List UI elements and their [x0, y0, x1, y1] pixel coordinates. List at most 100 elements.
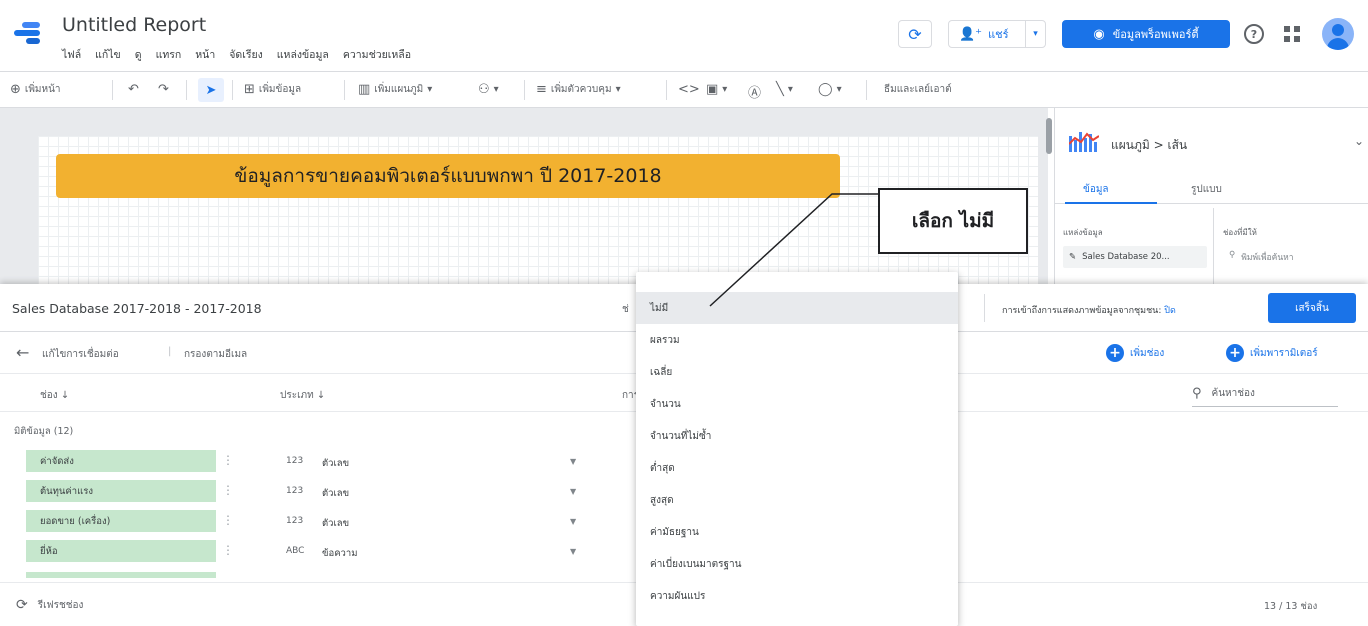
add-page-button[interactable]: ⊕ เพิ่มหน้า	[10, 82, 61, 97]
option-max[interactable]: สูงสุด	[636, 484, 958, 516]
menu-resource[interactable]: แหล่งข้อมูล	[277, 46, 329, 63]
chevron-down-icon: ▾	[427, 84, 433, 95]
field-name-chip[interactable]: ยอดขาย (เครื่อง)	[26, 510, 216, 532]
field-name-chip[interactable]: ยี่ห้อ	[26, 540, 216, 562]
share-button[interactable]: 👤⁺ แชร์ ▾	[948, 20, 1046, 48]
avatar[interactable]	[1322, 18, 1354, 50]
tab-style[interactable]: รูปแบบ	[1191, 182, 1222, 197]
option-count[interactable]: จำนวน	[636, 388, 958, 420]
search-fields-input[interactable]: ⚲ ค้นหาช่อง	[1192, 386, 1255, 401]
theme-layout-button[interactable]: ธีมและเลย์เอาต์	[884, 82, 952, 97]
image-icon: ▣	[706, 82, 719, 97]
add-data-button[interactable]: ⊞ เพิ่มข้อมูล	[244, 82, 301, 97]
option-none[interactable]: ไม่มี	[636, 292, 958, 324]
filter-by-email-link[interactable]: กรองตามอีเมล	[184, 347, 247, 362]
report-title[interactable]: Untitled Report	[62, 14, 206, 36]
community-viz-button[interactable]: ⚇ ▾	[478, 82, 499, 97]
chevron-down-icon[interactable]: ▾	[1025, 21, 1045, 47]
table-row: ค่าจัดส่ง ⋮ 123 ตัวเลข ▼	[0, 448, 640, 474]
menu-arrange[interactable]: จัดเรียง	[229, 46, 262, 63]
data-studio-logo-icon	[14, 22, 44, 44]
option-min[interactable]: ต่ำสุด	[636, 452, 958, 484]
filter-control-icon: ≡	[536, 82, 547, 97]
more-vert-icon[interactable]: ⋮	[222, 513, 234, 527]
add-chart-icon: ▥	[358, 82, 371, 97]
refresh-fields-button[interactable]: ⟳ รีเฟรชช่อง	[16, 597, 83, 613]
select-cursor-icon[interactable]: ➤	[198, 78, 224, 102]
add-control-button[interactable]: ≡ เพิ่มตัวควบคุม ▾	[536, 82, 621, 97]
field-type[interactable]: ตัวเลข	[322, 516, 349, 531]
add-data-icon: ⊞	[244, 82, 255, 97]
field-name-chip[interactable]	[26, 572, 216, 578]
canvas-scrollbar[interactable]	[1046, 118, 1052, 154]
shape-button[interactable]: ◯ ▾	[818, 82, 842, 97]
chevron-down-icon[interactable]: ⌄	[1354, 134, 1364, 148]
image-button[interactable]: ▣ ▾	[706, 82, 727, 97]
embed-url-button[interactable]: <>	[678, 82, 700, 97]
edit-connection-link[interactable]: แก้ไขการเชื่อมต่อ	[42, 347, 119, 362]
add-parameter-button[interactable]: + เพิ่มพารามิเตอร์	[1226, 344, 1318, 362]
menu-page[interactable]: หน้า	[195, 46, 215, 63]
finish-button[interactable]: เสร็จสิ้น	[1268, 293, 1356, 323]
more-vert-icon[interactable]: ⋮	[222, 543, 234, 557]
line-button[interactable]: ╲ ▾	[776, 82, 793, 97]
field-type[interactable]: ตัวเลข	[322, 486, 349, 501]
field-type[interactable]: ข้อความ	[322, 546, 358, 561]
add-icon: +	[1106, 344, 1124, 362]
redo-button[interactable]: ↷	[158, 82, 169, 97]
field-type-code: ABC	[286, 546, 305, 556]
menu-insert[interactable]: แทรก	[156, 46, 182, 63]
more-vert-icon[interactable]: ⋮	[222, 453, 234, 467]
datasource-chip[interactable]: ✎ Sales Database 20...	[1063, 246, 1207, 268]
menu-view[interactable]: ดู	[135, 46, 142, 63]
back-arrow-icon[interactable]: ←	[16, 343, 29, 362]
chevron-down-icon[interactable]: ▼	[570, 457, 576, 466]
community-access-setting[interactable]: การเข้าถึงการแสดงภาพข้อมูลจากชุมชน: ปิด	[1002, 303, 1176, 317]
report-banner-title[interactable]: ข้อมูลการขายคอมพิวเตอร์แบบพกพา ปี 2017-2…	[56, 154, 840, 198]
refresh-button[interactable]: ⟳	[898, 20, 932, 48]
field-type-code: 123	[286, 486, 304, 496]
help-icon[interactable]: ?	[1244, 24, 1264, 44]
add-field-button[interactable]: + เพิ่มช่อง	[1106, 344, 1164, 362]
undo-button[interactable]: ↶	[128, 82, 139, 97]
option-std-dev[interactable]: ค่าเบี่ยงเบนมาตรฐาน	[636, 548, 958, 580]
code-icon: <>	[678, 82, 700, 97]
line-icon: ╲	[776, 82, 784, 97]
chart-type-label[interactable]: แผนภูมิ > เส้น	[1111, 136, 1187, 155]
apps-grid-icon[interactable]	[1284, 26, 1300, 42]
menu-file[interactable]: ไฟล์	[62, 46, 81, 63]
field-type[interactable]: ตัวเลข	[322, 456, 349, 471]
undo-icon: ↶	[128, 82, 139, 97]
menu-edit[interactable]: แก้ไข	[95, 46, 121, 63]
option-average[interactable]: เฉลี่ย	[636, 356, 958, 388]
editor-header-label: ช่	[622, 304, 629, 315]
fields-search-input[interactable]: ⚲ พิมพ์เพื่อค้นหา	[1229, 250, 1294, 264]
eye-icon: ◉	[1093, 26, 1105, 42]
menu-help[interactable]: ความช่วยเหลือ	[343, 46, 411, 63]
tab-active-indicator	[1065, 202, 1157, 204]
column-header-field[interactable]: ช่อง ↓	[40, 388, 69, 403]
chevron-down-icon[interactable]: ▼	[570, 517, 576, 526]
more-vert-icon[interactable]: ⋮	[222, 483, 234, 497]
field-name-chip[interactable]: ค่าจัดส่ง	[26, 450, 216, 472]
tab-data[interactable]: ข้อมูล	[1083, 182, 1109, 197]
field-type-code: 123	[286, 456, 304, 466]
option-count-distinct[interactable]: จำนวนที่ไม่ซ้ำ	[636, 420, 958, 452]
add-circle-icon: ⊕	[10, 82, 21, 97]
table-row: ต้นทุนค่าแรง ⋮ 123 ตัวเลข ▼	[0, 478, 640, 504]
view-properties-button[interactable]: ◉ ข้อมูลพร็อพเพอร์ตี้	[1062, 20, 1230, 48]
arrow-down-icon: ↓	[60, 390, 70, 401]
redo-icon: ↷	[158, 82, 169, 97]
column-header-type[interactable]: ประเภท ↓	[280, 388, 325, 403]
add-chart-button[interactable]: ▥ เพิ่มแผนภูมิ ▾	[358, 82, 432, 97]
search-icon: ⚲	[1192, 386, 1202, 401]
chevron-down-icon[interactable]: ▼	[570, 487, 576, 496]
option-sum[interactable]: ผลรวม	[636, 324, 958, 356]
field-name-chip[interactable]: ต้นทุนค่าแรง	[26, 480, 216, 502]
chevron-down-icon[interactable]: ▼	[570, 547, 576, 556]
option-variance[interactable]: ความผันแปร	[636, 580, 958, 612]
option-median[interactable]: ค่ามัธยฐาน	[636, 516, 958, 548]
pencil-icon[interactable]: ✎	[1069, 252, 1076, 262]
text-button[interactable]: Ⓐ	[748, 82, 761, 101]
arrow-down-icon: ↓	[316, 390, 326, 401]
